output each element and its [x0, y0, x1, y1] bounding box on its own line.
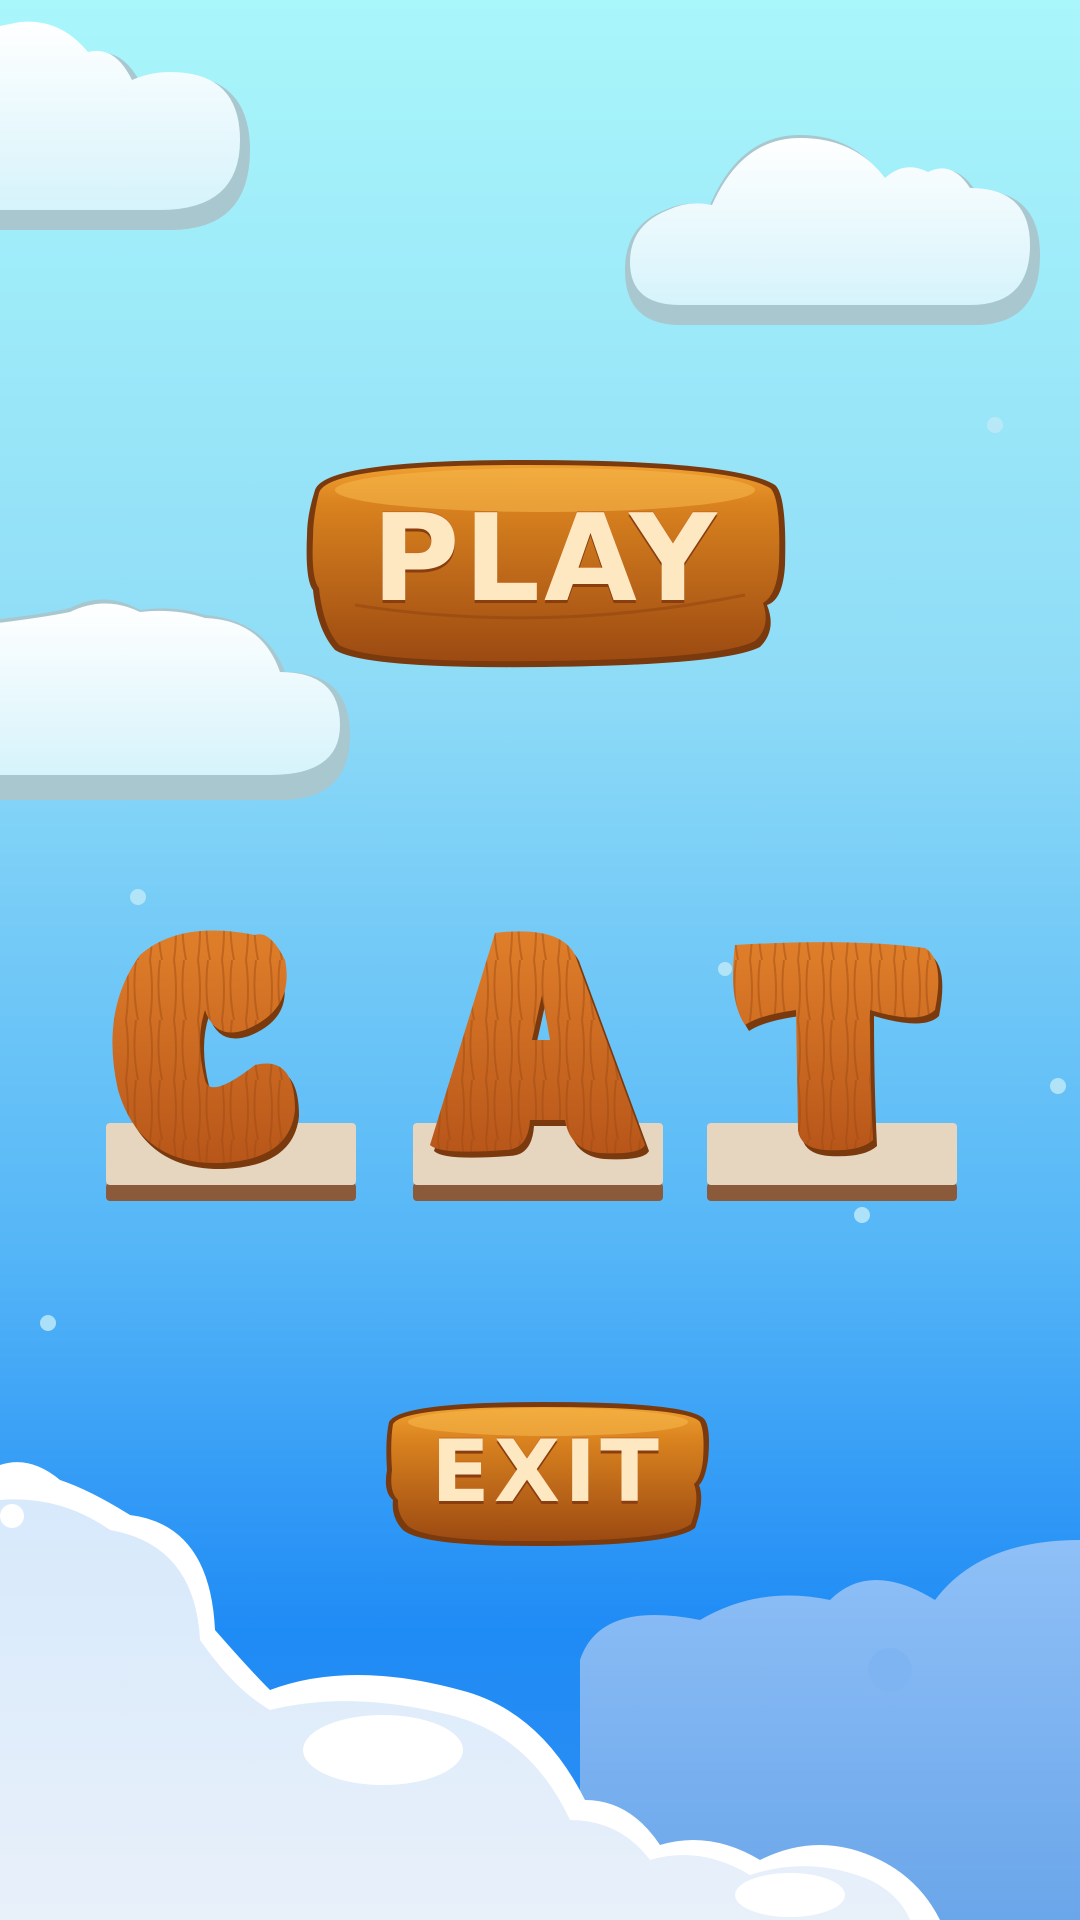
cloud-icon	[0, 599, 350, 800]
cloud-icon	[0, 21, 250, 230]
cloud-icon	[625, 135, 1040, 325]
letter-c: C	[106, 915, 356, 1165]
exit-button[interactable]: EXIT	[383, 1400, 711, 1548]
letter-t: T	[707, 915, 957, 1165]
play-button-label: PLAY	[371, 490, 721, 629]
letter-a: A	[413, 915, 663, 1165]
exit-button-label: EXIT	[431, 1422, 663, 1522]
play-button[interactable]: PLAY	[305, 455, 787, 673]
